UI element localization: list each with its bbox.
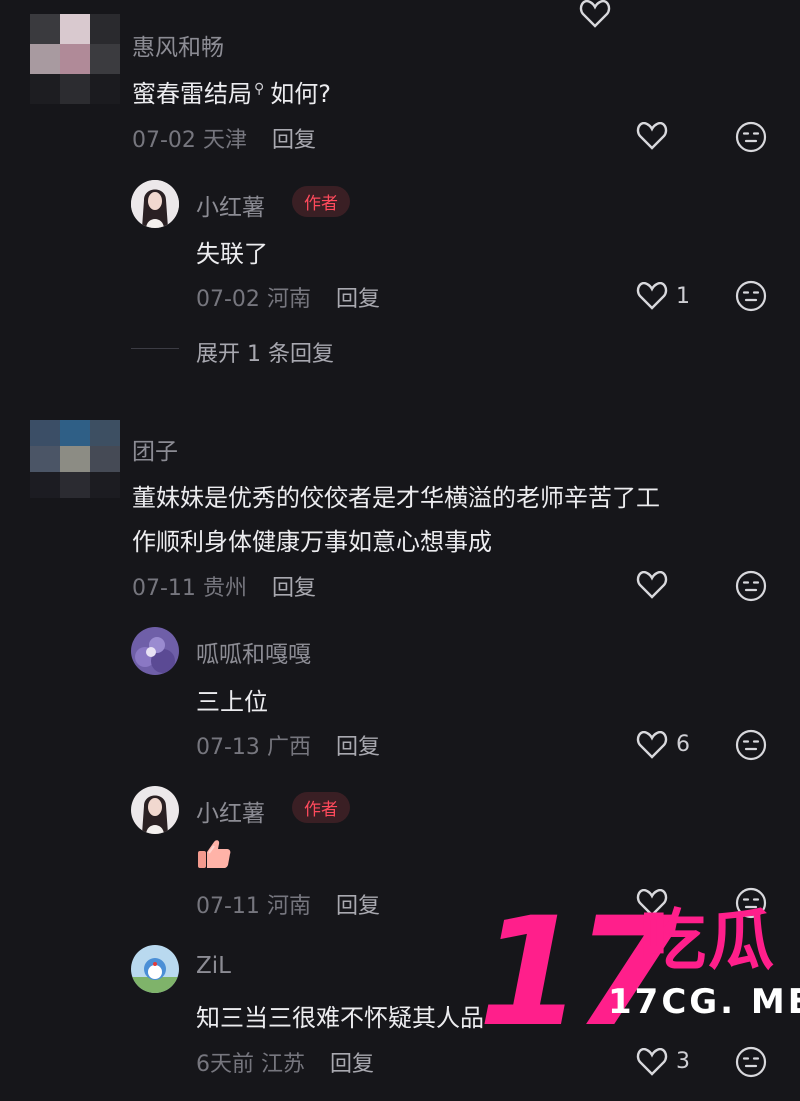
reply-button[interactable]: 回复	[336, 735, 380, 760]
like-heart-icon[interactable]	[636, 282, 668, 310]
heart-icon[interactable]	[579, 0, 611, 28]
reply-username[interactable]: 小红薯	[196, 188, 265, 222]
like-count: 3	[676, 1049, 690, 1074]
avatar[interactable]	[131, 945, 179, 993]
dislike-face-icon[interactable]	[735, 1046, 767, 1078]
comment-location: 天津	[202, 128, 247, 153]
comment-date: 07-02	[132, 128, 196, 153]
reply-location: 河南	[266, 287, 311, 312]
comment-text-line1: 董妹妹是优秀的佼佼者是才华横溢的老师辛苦了工	[132, 484, 660, 512]
author-badge: 作者	[292, 792, 350, 823]
expand-divider	[131, 348, 179, 349]
avatar[interactable]	[30, 420, 120, 498]
watermark-chinese: 吃瓜	[640, 902, 776, 979]
expand-replies-button[interactable]: 展开 1 条回复	[196, 336, 334, 368]
reply-username[interactable]: 呱呱和嘎嘎	[196, 635, 311, 669]
like-count: 1	[676, 284, 690, 309]
reply-meta: 6天前 江苏 回复	[196, 1046, 374, 1078]
reply-username[interactable]: 小红薯	[196, 794, 265, 828]
reply-button[interactable]: 回复	[272, 128, 316, 153]
comment-text-line2: 作顺利身体健康万事如意心想事成	[132, 528, 492, 556]
comment-text-suffix: 如何?	[270, 80, 332, 108]
thumbs-up-emoji-icon	[196, 838, 232, 870]
reply-location: 广西	[266, 735, 311, 760]
dislike-face-icon[interactable]	[735, 570, 767, 602]
reply-text: 失联了	[196, 240, 268, 268]
comment-date: 07-11	[132, 576, 196, 601]
avatar[interactable]	[131, 627, 179, 675]
avatar[interactable]	[30, 14, 120, 104]
dislike-face-icon[interactable]	[735, 121, 767, 153]
reply-location: 江苏	[261, 1052, 306, 1077]
comment-meta: 07-02 天津 回复	[132, 122, 316, 154]
reply-meta: 07-02 河南 回复	[196, 281, 380, 313]
reply-button[interactable]: 回复	[272, 576, 316, 601]
comment-location: 贵州	[202, 576, 247, 601]
reply-button[interactable]: 回复	[336, 894, 380, 919]
author-avatar[interactable]	[131, 786, 179, 834]
reply-button[interactable]: 回复	[336, 287, 380, 312]
reply-date: 07-02	[196, 287, 260, 312]
reply-date: 07-13	[196, 735, 260, 760]
like-heart-icon[interactable]	[636, 122, 668, 150]
reply-text: 三上位	[196, 688, 268, 716]
comment-text-main: 蜜春雷结局	[132, 80, 252, 108]
like-count: 6	[676, 732, 690, 757]
reply-location: 河南	[266, 894, 311, 919]
like-heart-icon[interactable]	[636, 571, 668, 599]
comment-username[interactable]: 团子	[132, 432, 178, 466]
comment-username[interactable]: 惠风和畅	[132, 28, 224, 62]
watermark-url: 17CG. ME	[608, 982, 800, 1022]
reply-username[interactable]: ZiL	[196, 953, 231, 979]
reply-text: 知三当三很难不怀疑其人品	[196, 1004, 484, 1032]
dislike-face-icon[interactable]	[735, 729, 767, 761]
author-badge: 作者	[292, 186, 350, 217]
reply-meta: 07-11 河南 回复	[196, 888, 380, 920]
reply-date: 6天前	[196, 1052, 254, 1077]
reply-button[interactable]: 回复	[330, 1052, 374, 1077]
reply-meta: 07-13 广西 回复	[196, 729, 380, 761]
author-avatar[interactable]	[131, 180, 179, 228]
comment-text: 蜜春雷结局 ⚲ 如何?	[132, 74, 331, 109]
like-heart-icon[interactable]	[636, 731, 668, 759]
dislike-face-icon[interactable]	[735, 280, 767, 312]
search-icon[interactable]: ⚲	[254, 81, 264, 97]
reply-date: 07-11	[196, 894, 260, 919]
comment-meta: 07-11 贵州 回复	[132, 570, 316, 602]
